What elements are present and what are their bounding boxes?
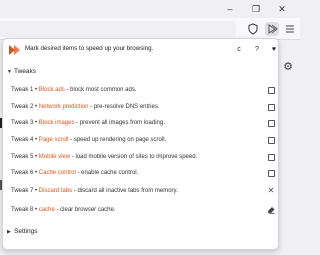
tweak-row[interactable]: Tweak 6 • Cache control - enable cache c…	[11, 167, 275, 181]
close-window-button[interactable]: ✕	[274, 2, 290, 16]
tweak-row[interactable]: Tweak 4 • Page scroll - speed up renderi…	[11, 134, 275, 148]
tweak-number: Tweak 8 •	[11, 207, 38, 213]
title-bar: – ❐ ✕	[0, 0, 300, 18]
tweak-text: Tweak 3 • Block images - prevent all ima…	[11, 120, 165, 126]
tweak-name-link[interactable]: Block ads	[39, 87, 65, 93]
tweak-number: Tweak 7 •	[11, 188, 38, 194]
tweak-description: - enable cache control.	[77, 170, 139, 176]
tweaks-heading: Tweaks	[14, 68, 37, 75]
tweak-text: Tweak 8 • cache - clear browser cache.	[11, 207, 116, 213]
tweak-row[interactable]: Tweak 5 • Mobile view - load mobile vers…	[11, 151, 275, 165]
triangle-right-icon: ▶	[7, 229, 11, 235]
tweak-row[interactable]: Tweak 8 • cache - clear browser cache.	[11, 204, 275, 218]
popup-title: Mark desired items to speed up your brow…	[25, 45, 154, 52]
logo-icon	[9, 45, 20, 55]
tweak-description: - load mobile version of sites to improv…	[71, 154, 198, 160]
tweak-checkbox[interactable]	[268, 120, 275, 127]
shield-icon[interactable]	[246, 22, 260, 36]
tweak-description: - prevent all images from loading.	[76, 120, 165, 126]
popup-header: Mark desired items to speed up your brow…	[3, 39, 278, 61]
tweak-row[interactable]: Tweak 3 • Block images - prevent all ima…	[11, 117, 275, 131]
tweak-name-link[interactable]: Mobile view	[39, 154, 70, 160]
tweak-text: Tweak 6 • Cache control - enable cache c…	[11, 170, 138, 176]
reload-button[interactable]: c	[233, 44, 245, 56]
eraser-icon[interactable]	[266, 205, 276, 215]
tweak-text: Tweak 1 • Block ads - block most common …	[11, 87, 137, 93]
tweak-name-link[interactable]: Cache control	[39, 170, 76, 176]
tweak-name-link[interactable]: Page scroll	[39, 137, 69, 143]
tweak-number: Tweak 1 •	[11, 87, 38, 93]
browser-toolbar	[0, 18, 300, 40]
address-bar[interactable]	[0, 21, 236, 37]
tweak-text: Tweak 4 • Page scroll - speed up renderi…	[11, 137, 166, 143]
tweak-name-link[interactable]: cache	[39, 207, 55, 213]
tweak-number: Tweak 4 •	[11, 137, 38, 143]
tweak-description: - speed up rendering on page scroll.	[70, 137, 167, 143]
tweak-name-link[interactable]: Network prediction	[39, 104, 89, 110]
tweak-checkbox[interactable]	[268, 104, 275, 111]
tweaks-section-toggle[interactable]: ▼ Tweaks	[7, 68, 36, 75]
tweak-checkbox[interactable]	[268, 137, 275, 144]
tweak-description: - pre-resolve DNS entries.	[90, 104, 160, 110]
tweak-row[interactable]: Tweak 7 • Discard tabs - discard all ina…	[11, 185, 275, 199]
tweak-checkbox[interactable]	[268, 170, 275, 177]
tweak-row[interactable]: Tweak 2 • Network prediction - pre-resol…	[11, 101, 275, 115]
tweak-number: Tweak 6 •	[11, 170, 38, 176]
extension-icon[interactable]	[265, 22, 279, 36]
tweak-checkbox[interactable]	[268, 87, 275, 94]
tweak-description: - discard all inactive tabs from memory.	[73, 188, 178, 194]
tweak-description: - clear browser cache.	[56, 207, 116, 213]
tweak-description: - block most common ads.	[66, 87, 137, 93]
tweak-number: Tweak 3 •	[11, 120, 38, 126]
donate-heart-button[interactable]: ♥	[268, 44, 280, 56]
settings-heading: Settings	[14, 228, 38, 235]
tweak-row[interactable]: Tweak 1 • Block ads - block most common …	[11, 84, 275, 98]
tweak-number: Tweak 5 •	[11, 154, 38, 160]
tweak-name-link[interactable]: Block images	[39, 120, 75, 126]
settings-section-toggle[interactable]: ▶ Settings	[7, 228, 38, 235]
minimize-button[interactable]: –	[222, 2, 238, 16]
tweak-text: Tweak 5 • Mobile view - load mobile vers…	[11, 154, 197, 160]
help-button[interactable]: ?	[251, 44, 263, 56]
tweak-number: Tweak 2 •	[11, 104, 38, 110]
restore-button[interactable]: ❐	[248, 2, 264, 16]
tweak-checkbox[interactable]	[268, 154, 275, 161]
close-icon[interactable]: ✕	[266, 186, 276, 196]
extension-popup: Mark desired items to speed up your brow…	[2, 38, 279, 250]
menu-icon[interactable]	[283, 22, 297, 36]
gear-icon[interactable]: ⚙	[281, 60, 295, 74]
triangle-down-icon: ▼	[7, 69, 12, 75]
tweak-text: Tweak 7 • Discard tabs - discard all ina…	[11, 188, 178, 194]
tweak-text: Tweak 2 • Network prediction - pre-resol…	[11, 104, 160, 110]
tweak-name-link[interactable]: Discard tabs	[39, 188, 72, 194]
